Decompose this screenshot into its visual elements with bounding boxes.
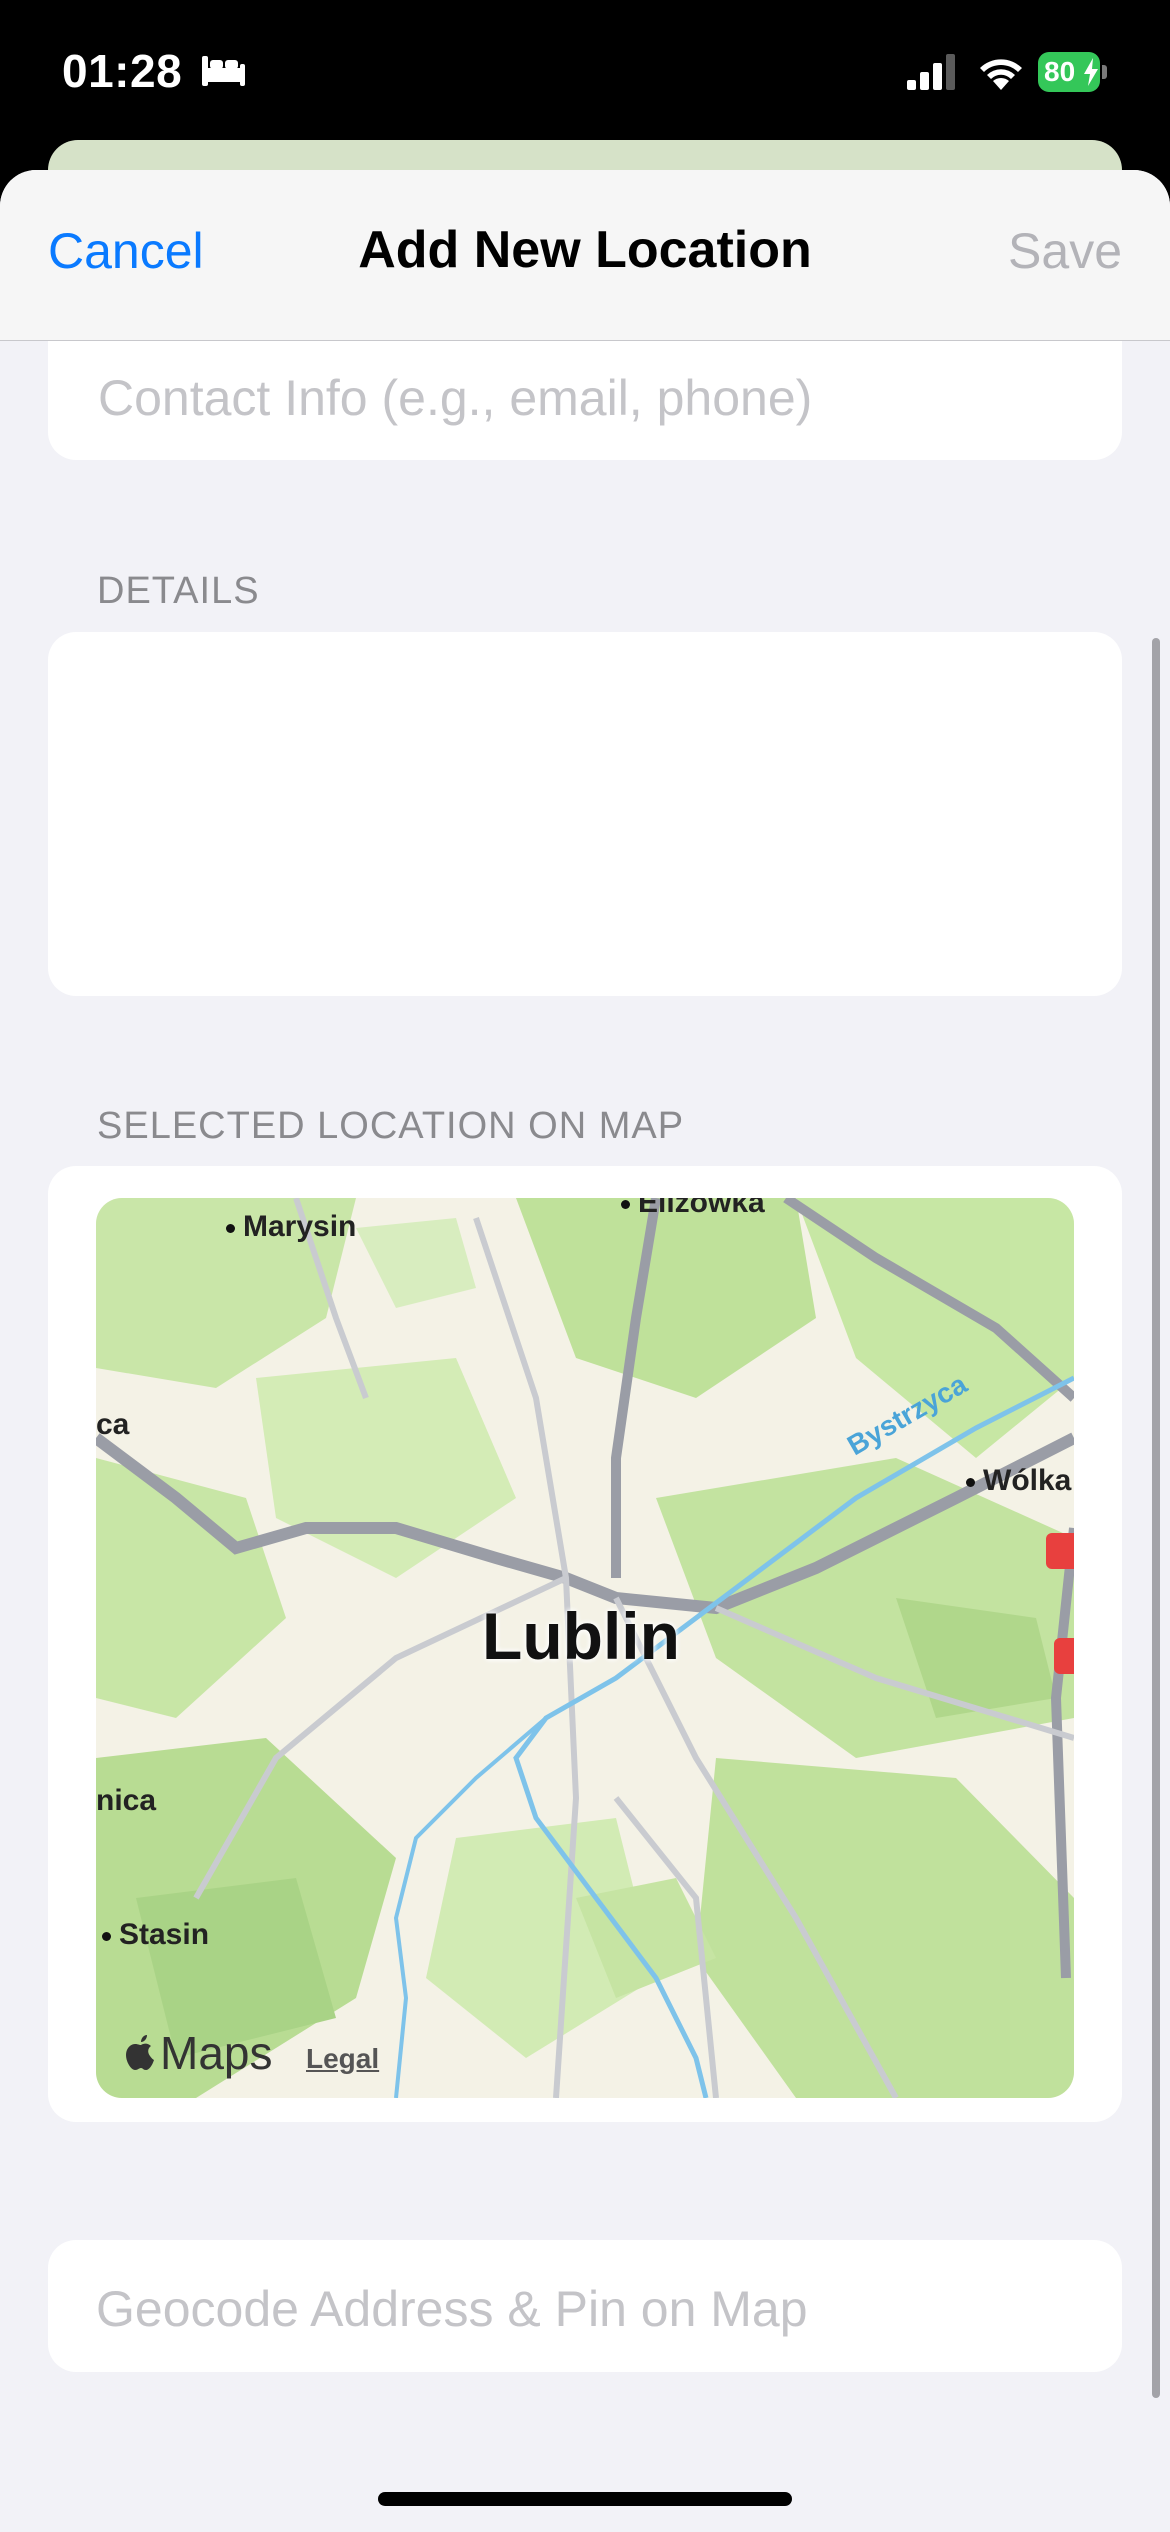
geocode-address-button[interactable]: Geocode Address & Pin on Map xyxy=(96,2280,808,2338)
details-section-header: DETAILS xyxy=(97,570,260,612)
scrollbar[interactable] xyxy=(1152,638,1160,2398)
map-place-ca: ca xyxy=(96,1408,130,1441)
status-time: 01:28 xyxy=(62,45,183,97)
details-textarea[interactable] xyxy=(88,662,1086,966)
status-bar: 01:28 80 xyxy=(0,0,1170,150)
apple-logo-icon xyxy=(126,2035,154,2070)
charging-bolt-icon xyxy=(1084,58,1098,86)
add-location-sheet: Cancel Add New Location Save DETAILS SEL… xyxy=(0,170,1170,2532)
screen: 01:28 80 Cancel Add New Location Save Co… xyxy=(0,0,1170,2532)
map-place-stasin: Stasin xyxy=(102,1918,209,1952)
maps-brand-label: Maps xyxy=(160,2027,273,2079)
save-button[interactable]: Save xyxy=(1008,222,1122,280)
map-place-wolka: Wólka xyxy=(966,1464,1071,1498)
map-place-marysin: Marysin xyxy=(226,1210,356,1244)
map-section-header: SELECTED LOCATION ON MAP xyxy=(97,1105,685,1147)
details-card xyxy=(48,632,1122,996)
signal-icon xyxy=(907,54,955,90)
sleep-icon xyxy=(202,56,245,86)
navigation-bar: Cancel Add New Location Save xyxy=(0,170,1170,341)
page-title: Add New Location xyxy=(358,221,812,279)
wifi-icon xyxy=(980,59,1022,90)
legal-link[interactable]: Legal xyxy=(306,2043,379,2075)
contact-info-input[interactable] xyxy=(96,362,1080,434)
map-place-elizowka: Elizówka xyxy=(621,1198,765,1220)
geocode-card: Geocode Address & Pin on Map xyxy=(48,2240,1122,2372)
form-content: DETAILS SELECTED LOCATION ON MAP xyxy=(0,300,1170,2532)
apple-maps-logo: Maps xyxy=(126,2026,272,2080)
map-card: Marysin Elizówka ca Wólka nica Stasin Lu… xyxy=(48,1166,1122,2122)
home-indicator[interactable] xyxy=(378,2492,792,2506)
battery-icon: 80 xyxy=(1038,52,1108,92)
battery-cap xyxy=(1102,65,1107,79)
map-city-label: Lublin xyxy=(482,1599,680,1673)
map-view[interactable]: Marysin Elizówka ca Wólka nica Stasin Lu… xyxy=(96,1198,1074,2098)
map-place-nica: nica xyxy=(96,1784,157,1817)
